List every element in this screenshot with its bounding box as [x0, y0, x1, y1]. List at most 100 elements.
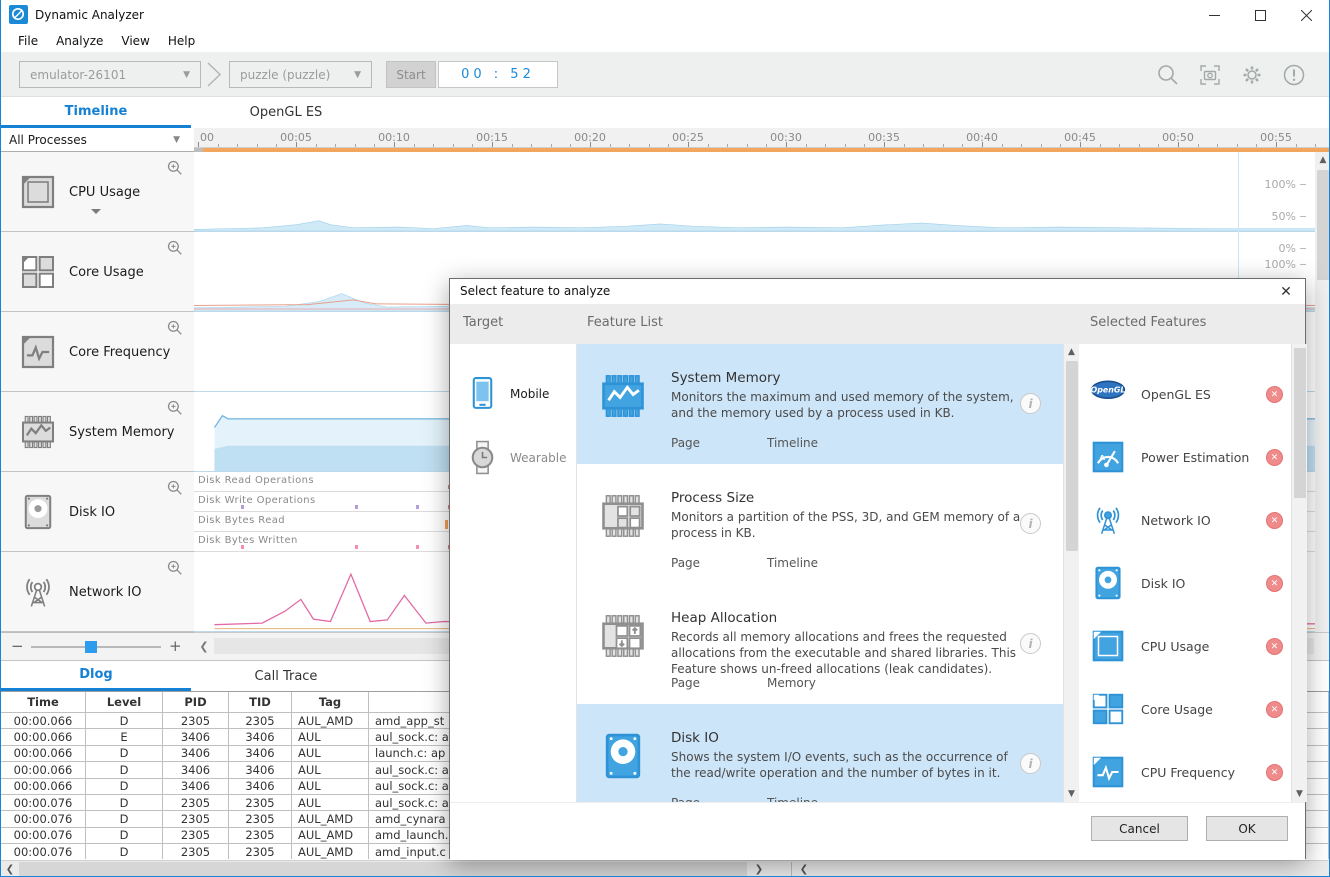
settings-gear-icon[interactable] [1239, 62, 1265, 88]
scroll-left-icon[interactable]: ❮ [796, 862, 812, 877]
scroll-left-icon[interactable]: ❮ [2, 862, 18, 877]
ok-button[interactable]: OK [1206, 816, 1288, 841]
feature-info-icon[interactable]: i [1020, 513, 1041, 534]
magnify-chart-icon[interactable] [166, 319, 184, 337]
ruler-minor-tick [414, 144, 415, 147]
table-cell: AUL_AMD [292, 811, 369, 826]
table-cell: D [86, 828, 163, 843]
feature-description: Monitors the maximum and used memory of … [671, 389, 1023, 421]
scroll-up-icon[interactable]: ▲ [1064, 344, 1079, 360]
scroll-up-icon[interactable]: ▲ [1315, 152, 1330, 168]
info-icon[interactable] [1281, 62, 1307, 88]
feature-card-disk-io[interactable]: Disk IOShows the system I/O events, such… [577, 704, 1063, 802]
menu-file[interactable]: File [9, 32, 47, 50]
selected-feature-label: Network IO [1141, 513, 1211, 528]
target-mobile[interactable]: Mobile [450, 362, 577, 426]
tab-call-trace[interactable]: Call Trace [191, 661, 381, 691]
sidebar-item-system-memory[interactable]: System Memory [1, 392, 194, 472]
magnify-chart-icon[interactable] [166, 479, 184, 497]
svg-text:OpenGL: OpenGL [1091, 386, 1126, 395]
process-filter-select[interactable]: All Processes ▼ [1, 128, 194, 152]
ruler-minor-tick [512, 144, 513, 147]
target-label: Mobile [510, 387, 549, 401]
remove-feature-icon[interactable]: ✕ [1266, 386, 1283, 403]
ruler-tick [786, 142, 787, 147]
feature-card-process-size[interactable]: Process SizeMonitors a partition of the … [577, 464, 1063, 584]
main-tab-bar: TimelineOpenGL ES [1, 97, 1329, 128]
dialog-title: Select feature to analyze [460, 284, 610, 298]
feature-card-system-memory[interactable]: System MemoryMonitors the maximum and us… [577, 344, 1063, 464]
chart-row-cpu-usage[interactable] [194, 152, 1330, 232]
remove-feature-icon[interactable]: ✕ [1266, 764, 1283, 781]
feature-list-scrollbar[interactable]: ▲ ▼ [1063, 344, 1079, 802]
device-select[interactable]: emulator-26101 ▼ [19, 61, 201, 88]
sidebar-item-core-frequency[interactable]: Core Frequency [1, 312, 194, 392]
menu-help[interactable]: Help [159, 32, 204, 50]
sidebar-item-core-usage[interactable]: Core Usage [1, 232, 194, 312]
remove-feature-icon[interactable]: ✕ [1266, 512, 1283, 529]
scrollbar-thumb[interactable] [1066, 361, 1078, 551]
scroll-right-icon[interactable]: ❯ [751, 862, 767, 877]
magnify-chart-icon[interactable] [166, 559, 184, 577]
feature-info-icon[interactable]: i [1020, 393, 1041, 414]
timeline-vertical-scrollbar[interactable]: ▲ [1315, 152, 1330, 632]
cancel-button[interactable]: Cancel [1091, 816, 1188, 841]
remove-feature-icon[interactable]: ✕ [1266, 449, 1283, 466]
feature-info-icon[interactable]: i [1020, 753, 1041, 774]
remove-feature-icon[interactable]: ✕ [1266, 638, 1283, 655]
feature-info-icon[interactable]: i [1020, 633, 1041, 654]
zoom-in-button[interactable]: + [169, 637, 182, 655]
ruler-minor-tick [629, 144, 630, 147]
menu-view[interactable]: View [112, 32, 158, 50]
scrollbar-thumb[interactable] [19, 862, 747, 877]
sidebar-item-network-io[interactable]: Network IO [1, 552, 194, 632]
zoom-out-button[interactable]: − [11, 637, 24, 655]
tab-opengl-es[interactable]: OpenGL ES [191, 97, 381, 128]
search-icon[interactable] [1155, 62, 1181, 88]
remove-feature-icon[interactable]: ✕ [1266, 575, 1283, 592]
opengl-icon: OpenGL [1089, 375, 1127, 416]
ruler-tick [884, 142, 885, 147]
table-horizontal-scrollbar[interactable]: ❮ ❯ ❮ [1, 860, 1329, 877]
selected-list-scrollbar[interactable]: ▼ [1291, 344, 1307, 802]
ruler-minor-tick [825, 144, 826, 147]
magnify-chart-icon[interactable] [166, 399, 184, 417]
column-header: Level [86, 692, 163, 712]
close-button[interactable] [1283, 0, 1329, 30]
scroll-left-icon[interactable]: ❮ [196, 638, 212, 654]
ruler-minor-tick [433, 144, 434, 147]
magnify-chart-icon[interactable] [166, 239, 184, 257]
maximize-button[interactable] [1237, 0, 1283, 30]
selected-features-column-header: Selected Features [1090, 315, 1206, 330]
axis-tick [1300, 248, 1306, 249]
zoom-slider-handle[interactable] [85, 641, 97, 653]
scroll-down-icon[interactable]: ▼ [1292, 786, 1307, 802]
remove-feature-icon[interactable]: ✕ [1266, 701, 1283, 718]
time-ruler[interactable]: 0000:0500:1000:1500:2000:2500:3000:3500:… [194, 128, 1330, 148]
screenshot-icon[interactable] [1197, 62, 1223, 88]
menu-analyze[interactable]: Analyze [47, 32, 112, 50]
dialog-close-icon[interactable]: ✕ [1277, 283, 1295, 301]
ruler-minor-tick [1041, 144, 1042, 147]
tab-dlog[interactable]: Dlog [1, 661, 191, 691]
sidebar-item-cpu-usage[interactable]: CPU Usage [1, 152, 194, 232]
sidebar-item-disk-io[interactable]: Disk IO [1, 472, 194, 552]
app-logo-icon [9, 5, 28, 24]
app-select[interactable]: puzzle (puzzle) ▼ [229, 61, 372, 88]
feature-card-heap-allocation[interactable]: Heap AllocationRecords all memory alloca… [577, 584, 1063, 704]
magnify-chart-icon[interactable] [166, 159, 184, 177]
start-button[interactable]: Start [386, 61, 436, 88]
device-select-value: emulator-26101 [30, 68, 126, 82]
row-expander-icon[interactable] [90, 204, 102, 211]
ruler-minor-tick [316, 144, 317, 147]
target-wearable[interactable]: Wearable [450, 426, 577, 490]
scrollbar-thumb[interactable] [1317, 170, 1329, 280]
network-icon [1089, 501, 1127, 542]
scroll-down-icon[interactable]: ▼ [1064, 786, 1079, 802]
scrollbar-thumb[interactable] [1294, 348, 1306, 498]
tab-timeline[interactable]: Timeline [1, 97, 191, 128]
minimize-button[interactable] [1191, 0, 1237, 30]
ruler-minor-tick [943, 144, 944, 147]
ruler-minor-tick [1237, 144, 1238, 147]
feature-title: Process Size [671, 490, 754, 506]
